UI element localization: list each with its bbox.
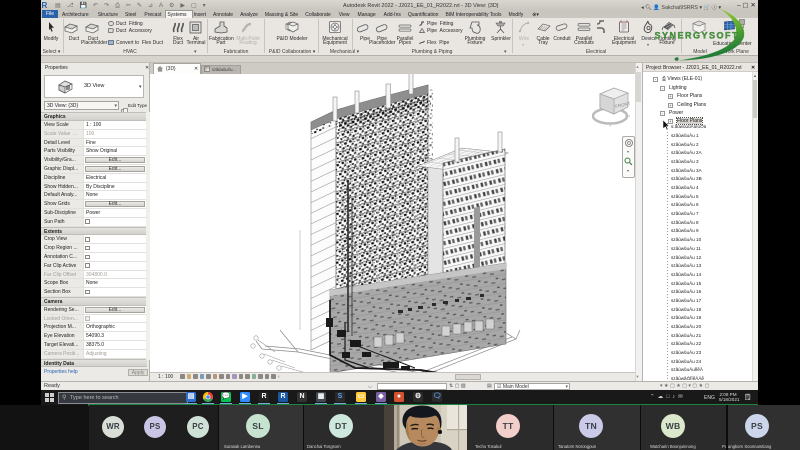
svg-text:SYNERGYSOFT: SYNERGYSOFT [655, 30, 740, 40]
